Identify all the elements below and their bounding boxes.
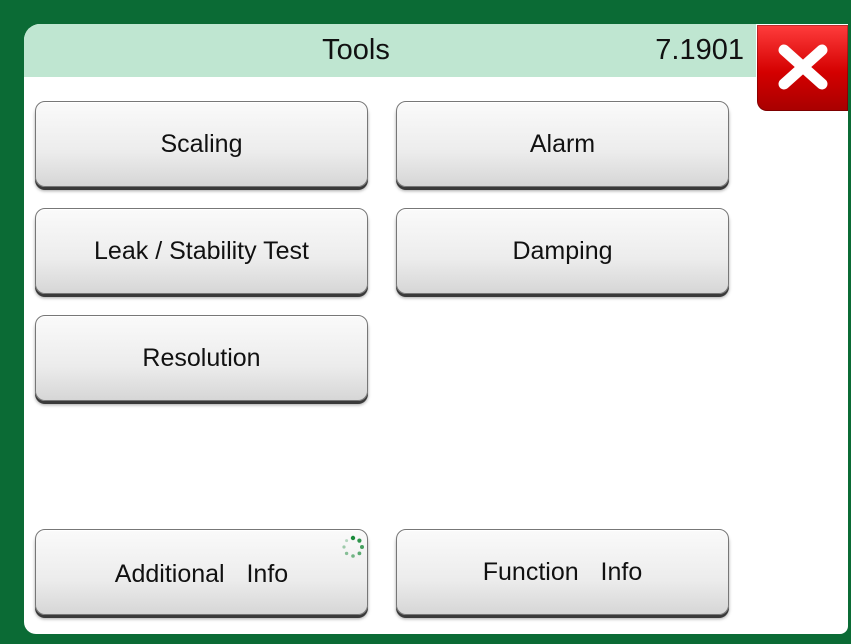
close-button[interactable] [757, 25, 848, 111]
function-info-button[interactable]: Function Info [396, 529, 729, 615]
page-title: Tools [322, 34, 390, 66]
loading-spinner-icon [342, 535, 364, 558]
scaling-button-label: Scaling [160, 130, 243, 158]
resolution-button-label: Resolution [142, 344, 261, 372]
alarm-button[interactable]: Alarm [396, 101, 729, 187]
leak-stability-test-button-label: Leak / Stability Test [94, 237, 309, 265]
version-label: 7.1901 [655, 34, 744, 66]
resolution-button[interactable]: Resolution [35, 315, 368, 401]
function-info-button-label: Function Info [482, 558, 643, 586]
scaling-button[interactable]: Scaling [35, 101, 368, 187]
leak-stability-test-button[interactable]: Leak / Stability Test [35, 208, 368, 294]
damping-button-label: Damping [512, 237, 613, 265]
alarm-button-label: Alarm [529, 130, 596, 158]
damping-button[interactable]: Damping [396, 208, 729, 294]
additional-info-button[interactable]: Additional Info [35, 529, 368, 615]
close-icon [778, 44, 828, 90]
additional-info-button-label: Additional Info [114, 560, 289, 588]
